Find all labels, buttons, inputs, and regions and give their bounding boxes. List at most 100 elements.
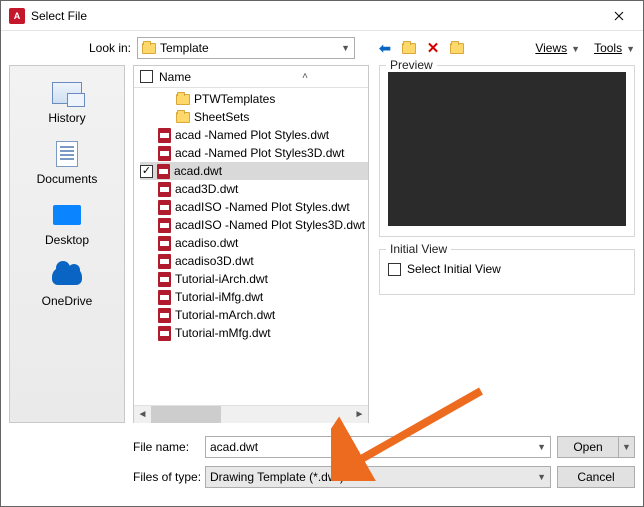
file-name: PTWTemplates xyxy=(194,92,275,106)
select-initial-view-text: Select Initial View xyxy=(407,262,501,276)
file-list[interactable]: PTWTemplates SheetSets acad -Named Plot St… xyxy=(134,88,368,405)
scroll-track[interactable] xyxy=(151,406,351,423)
onedrive-icon xyxy=(50,262,84,290)
scroll-thumb[interactable] xyxy=(151,406,221,423)
place-onedrive[interactable]: OneDrive xyxy=(10,259,124,318)
close-icon xyxy=(614,11,624,21)
filetype-label: Files of type: xyxy=(133,470,205,484)
file-name: acadISO -Named Plot Styles3D.dwt xyxy=(175,218,365,232)
select-all-checkbox[interactable] xyxy=(140,70,153,83)
filetype-row: Files of type: Drawing Template (*.dwt) … xyxy=(133,466,635,488)
up-one-level-button[interactable] xyxy=(399,38,419,58)
doc-icon xyxy=(50,140,84,168)
file-row[interactable]: ✓ acad.dwt xyxy=(140,162,368,180)
file-row[interactable]: SheetSets xyxy=(140,108,368,126)
nav-toolbar: ⬅ ✕ xyxy=(375,38,467,58)
place-desktop[interactable]: Desktop xyxy=(10,198,124,257)
close-button[interactable] xyxy=(599,2,639,30)
file-name: acad3D.dwt xyxy=(175,182,238,196)
dwt-file-icon xyxy=(158,218,171,233)
file-name: SheetSets xyxy=(194,110,249,124)
dwt-file-icon xyxy=(158,272,171,287)
places-bar: History Documents Desktop OneDrive xyxy=(9,65,125,423)
folder-icon xyxy=(142,43,156,54)
place-label: Desktop xyxy=(10,233,124,247)
filename-input[interactable]: acad.dwt ▼ xyxy=(205,436,551,458)
file-list-header[interactable]: Name ˄ xyxy=(134,66,368,88)
dwt-file-icon xyxy=(158,308,171,323)
file-row[interactable]: acad -Named Plot Styles.dwt xyxy=(140,126,368,144)
file-row[interactable]: Tutorial-iMfg.dwt xyxy=(140,288,368,306)
select-file-dialog: A Select File Look in: Template ▼ ⬅ ✕ Vi… xyxy=(0,0,644,507)
delete-button[interactable]: ✕ xyxy=(423,38,443,58)
cancel-button[interactable]: Cancel xyxy=(557,466,635,488)
initial-view-label: Initial View xyxy=(386,242,451,256)
lookin-dropdown[interactable]: Template ▼ xyxy=(137,37,355,59)
open-button[interactable]: Open xyxy=(557,436,619,458)
back-button[interactable]: ⬅ xyxy=(375,38,395,58)
dwt-file-icon xyxy=(158,182,171,197)
file-row[interactable]: Tutorial-mArch.dwt xyxy=(140,306,368,324)
file-row[interactable]: Tutorial-mMfg.dwt xyxy=(140,324,368,342)
new-folder-button[interactable] xyxy=(447,38,467,58)
file-row[interactable]: acadiso.dwt xyxy=(140,234,368,252)
file-row[interactable]: acadiso3D.dwt xyxy=(140,252,368,270)
toolbar-menus: Views▼ Tools▼ xyxy=(535,41,635,55)
place-label: Documents xyxy=(10,172,124,186)
scroll-left-button[interactable]: ◄ xyxy=(134,406,151,423)
preview-group: Preview xyxy=(379,65,635,237)
preview-label: Preview xyxy=(386,58,437,72)
folder-up-icon xyxy=(402,43,416,54)
chevron-down-icon: ▼ xyxy=(341,43,350,53)
dwt-file-icon xyxy=(158,254,171,269)
filetype-value: Drawing Template (*.dwt) xyxy=(210,470,537,484)
dialog-title: Select File xyxy=(31,9,599,23)
select-initial-view-row[interactable]: Select Initial View xyxy=(388,262,626,276)
dwt-file-icon xyxy=(158,326,171,341)
scroll-right-button[interactable]: ► xyxy=(351,406,368,423)
file-name: acadISO -Named Plot Styles.dwt xyxy=(175,200,350,214)
bottom-form: File name: acad.dwt ▼ Open ▼ Files of ty… xyxy=(1,436,643,496)
file-row[interactable]: acad -Named Plot Styles3D.dwt xyxy=(140,144,368,162)
views-menu[interactable]: Views▼ xyxy=(535,41,580,55)
file-list-panel: Name ˄ PTWTemplates SheetSets acad -Named … xyxy=(133,65,369,423)
filetype-dropdown[interactable]: Drawing Template (*.dwt) ▼ xyxy=(205,466,551,488)
file-name: Tutorial-mMfg.dwt xyxy=(175,326,271,340)
lookin-label: Look in: xyxy=(83,41,131,55)
file-name: acadiso3D.dwt xyxy=(175,254,254,268)
open-split-button[interactable]: ▼ xyxy=(619,436,635,458)
place-history[interactable]: History xyxy=(10,76,124,135)
dwt-file-icon xyxy=(157,164,170,179)
file-row[interactable]: acad3D.dwt xyxy=(140,180,368,198)
file-row[interactable]: acadISO -Named Plot Styles3D.dwt xyxy=(140,216,368,234)
filename-value: acad.dwt xyxy=(210,440,537,454)
file-name: acadiso.dwt xyxy=(175,236,238,250)
place-label: History xyxy=(10,111,124,125)
initial-view-group: Initial View Select Initial View xyxy=(379,249,635,295)
dwt-file-icon xyxy=(158,290,171,305)
select-initial-view-checkbox[interactable] xyxy=(388,263,401,276)
chevron-down-icon: ▼ xyxy=(571,44,580,54)
column-name: Name xyxy=(159,70,191,84)
place-documents[interactable]: Documents xyxy=(10,137,124,196)
file-name: Tutorial-mArch.dwt xyxy=(175,308,275,322)
file-name: Tutorial-iArch.dwt xyxy=(175,272,268,286)
tools-menu[interactable]: Tools▼ xyxy=(594,41,635,55)
horizontal-scrollbar[interactable]: ◄ ► xyxy=(134,405,368,422)
folder-icon xyxy=(176,94,190,105)
sort-caret-icon: ˄ xyxy=(302,71,308,82)
file-checkbox[interactable]: ✓ xyxy=(140,165,153,178)
dwt-file-icon xyxy=(158,128,171,143)
file-row[interactable]: acadISO -Named Plot Styles.dwt xyxy=(140,198,368,216)
file-row[interactable]: Tutorial-iArch.dwt xyxy=(140,270,368,288)
chevron-down-icon: ▼ xyxy=(626,44,635,54)
chevron-down-icon: ▼ xyxy=(537,472,546,482)
desktop-icon xyxy=(50,201,84,229)
filename-label: File name: xyxy=(133,440,205,454)
right-column: Preview Initial View Select Initial View xyxy=(379,65,635,423)
file-name: acad.dwt xyxy=(174,164,222,178)
dwt-file-icon xyxy=(158,200,171,215)
file-row[interactable]: PTWTemplates xyxy=(140,90,368,108)
new-folder-icon xyxy=(450,43,464,54)
filename-row: File name: acad.dwt ▼ Open ▼ xyxy=(133,436,635,458)
